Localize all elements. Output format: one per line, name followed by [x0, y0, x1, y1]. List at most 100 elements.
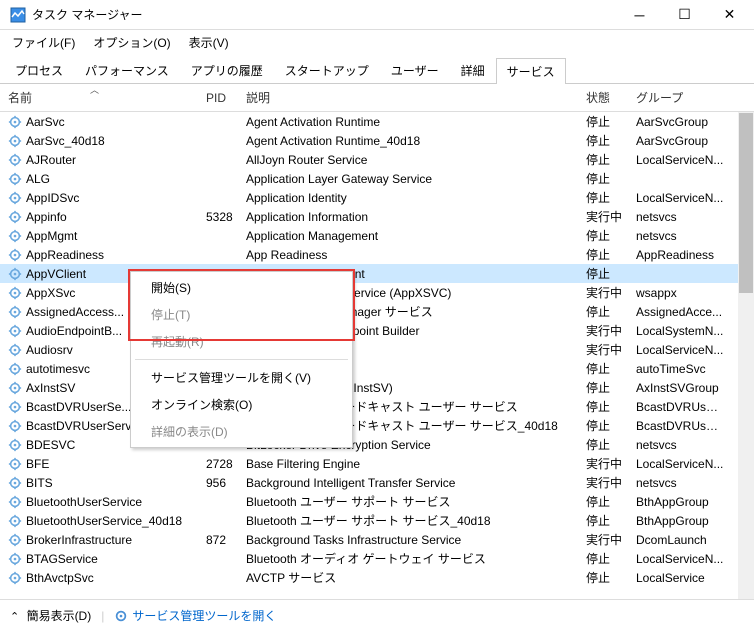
- column-name[interactable]: 名前: [0, 85, 200, 110]
- table-row[interactable]: AarSvcAgent Activation Runtime停止AarSvcGr…: [0, 112, 754, 131]
- menu-options[interactable]: オプション(O): [87, 32, 176, 53]
- scroll-thumb[interactable]: [739, 113, 753, 293]
- compact-view-label: 簡易表示(D): [27, 609, 92, 623]
- service-name: BthAvctpSvc: [26, 571, 94, 585]
- table-row[interactable]: BDESVCBitLocker Drive Encryption Service…: [0, 435, 754, 454]
- column-status[interactable]: 状態: [580, 85, 630, 110]
- context-restart: 再起動(R): [133, 328, 350, 355]
- service-name: Audiosrv: [26, 343, 73, 357]
- service-name: BluetoothUserService_40d18: [26, 514, 182, 528]
- maximize-button[interactable]: ☐: [662, 1, 707, 29]
- service-name: AarSvc_40d18: [26, 134, 105, 148]
- minimize-button[interactable]: ─: [617, 1, 662, 29]
- footer-separator: |: [101, 609, 104, 623]
- table-row[interactable]: BthAvctpSvcAVCTP サービス停止LocalService: [0, 568, 754, 587]
- service-pid: [200, 232, 240, 240]
- service-name: BcastDVRUserSe...: [26, 400, 131, 414]
- service-name: AppMgmt: [26, 229, 77, 243]
- table-row[interactable]: Appinfo5328Application Information実行中net…: [0, 207, 754, 226]
- service-pid: [200, 498, 240, 506]
- table-row[interactable]: ALGApplication Layer Gateway Service停止: [0, 169, 754, 188]
- service-description: AVCTP サービス: [240, 565, 580, 590]
- service-name: Appinfo: [26, 210, 67, 224]
- service-name: ALG: [26, 172, 50, 186]
- table-row[interactable]: AppMgmtApplication Management停止netsvcs: [0, 226, 754, 245]
- service-pid: 5328: [200, 206, 240, 228]
- tabbar: プロセス パフォーマンス アプリの履歴 スタートアップ ユーザー 詳細 サービス: [0, 57, 754, 84]
- service-group: LocalService: [630, 567, 730, 589]
- menu-file[interactable]: ファイル(F): [6, 32, 81, 53]
- table-row[interactable]: BcastDVRUserService_40d18GameDVR とブロードキャ…: [0, 416, 754, 435]
- table-row[interactable]: AarSvc_40d18Agent Activation Runtime_40d…: [0, 131, 754, 150]
- compact-view-toggle[interactable]: ⌃ 簡易表示(D): [10, 607, 91, 624]
- tab-processes[interactable]: プロセス: [4, 57, 74, 83]
- table-row[interactable]: AudioEndpointB...Windows Audio Endpoint …: [0, 321, 754, 340]
- service-name: AxInstSV: [26, 381, 75, 395]
- context-menu: 開始(S) 停止(T) 再起動(R) サービス管理ツールを開く(V) オンライン…: [130, 271, 353, 448]
- app-icon: [10, 7, 26, 23]
- service-name: BluetoothUserService: [26, 495, 142, 509]
- tab-history[interactable]: アプリの履歴: [180, 57, 274, 83]
- service-group: [630, 175, 730, 183]
- column-group[interactable]: グループ: [630, 85, 730, 110]
- sort-indicator-icon: ︿: [90, 84, 99, 96]
- service-name: BTAGService: [26, 552, 98, 566]
- table-row[interactable]: BluetoothUserService_40d18Bluetooth ユーザー…: [0, 511, 754, 530]
- service-pid: [200, 574, 240, 582]
- service-name: autotimesvc: [26, 362, 90, 376]
- table-row[interactable]: BFE2728Base Filtering Engine実行中LocalServ…: [0, 454, 754, 473]
- service-name: AppXSvc: [26, 286, 75, 300]
- column-description[interactable]: 説明: [240, 85, 580, 110]
- chevron-down-icon: ⌃: [10, 611, 19, 623]
- tab-startup[interactable]: スタートアップ: [274, 57, 380, 83]
- service-pid: [200, 194, 240, 202]
- service-pid: [200, 156, 240, 164]
- service-pid: [200, 251, 240, 259]
- service-pid: [200, 517, 240, 525]
- tab-users[interactable]: ユーザー: [380, 57, 450, 83]
- table-row[interactable]: AssignedAccess...AssignedAccessManager サ…: [0, 302, 754, 321]
- service-group: LocalServiceN...: [630, 149, 730, 171]
- table-row[interactable]: autotimesvcCellular Time停止autoTimeSvc: [0, 359, 754, 378]
- service-name: AJRouter: [26, 153, 76, 167]
- service-pid: 956: [200, 472, 240, 494]
- tab-details[interactable]: 詳細: [450, 57, 496, 83]
- service-name: BrokerInfrastructure: [26, 533, 132, 547]
- gear-icon: [114, 609, 128, 623]
- menu-view[interactable]: 表示(V): [183, 32, 235, 53]
- service-pid: [200, 118, 240, 126]
- service-name: BFE: [26, 457, 49, 471]
- service-table: ︿ 名前 PID 説明 状態 グループ AarSvcAgent Activati…: [0, 84, 754, 604]
- vertical-scrollbar[interactable]: [738, 112, 754, 602]
- open-services-link[interactable]: サービス管理ツールを開く: [114, 607, 276, 624]
- table-row[interactable]: AJRouterAllJoyn Router Service停止LocalSer…: [0, 150, 754, 169]
- footer: ⌃ 簡易表示(D) | サービス管理ツールを開く: [0, 599, 754, 631]
- table-row[interactable]: AppIDSvcApplication Identity停止LocalServi…: [0, 188, 754, 207]
- service-name: AssignedAccess...: [26, 305, 124, 319]
- tab-services[interactable]: サービス: [496, 58, 566, 84]
- service-group: AppReadiness: [630, 244, 730, 266]
- context-separator: [135, 359, 348, 360]
- service-name: BITS: [26, 476, 53, 490]
- service-name: BDESVC: [26, 438, 75, 452]
- service-group: [630, 270, 730, 278]
- table-row[interactable]: AppVClientMicrosoft App-V Client停止: [0, 264, 754, 283]
- column-pid[interactable]: PID: [200, 87, 240, 109]
- service-name: AppReadiness: [26, 248, 104, 262]
- context-open-services[interactable]: サービス管理ツールを開く(V): [133, 364, 350, 391]
- context-search-online[interactable]: オンライン検索(O): [133, 391, 350, 418]
- context-stop: 停止(T): [133, 301, 350, 328]
- service-pid: [200, 555, 240, 563]
- service-name: AarSvc: [26, 115, 65, 129]
- context-start[interactable]: 開始(S): [133, 274, 350, 301]
- service-name: AppVClient: [26, 267, 86, 281]
- table-row[interactable]: AudiosrvWindows Audio実行中LocalServiceN...: [0, 340, 754, 359]
- context-details: 詳細の表示(D): [133, 418, 350, 445]
- close-button[interactable]: ✕: [707, 1, 752, 29]
- tab-performance[interactable]: パフォーマンス: [74, 57, 180, 83]
- menubar: ファイル(F) オプション(O) 表示(V): [0, 30, 754, 55]
- service-pid: [200, 175, 240, 183]
- open-services-label: サービス管理ツールを開く: [132, 607, 276, 624]
- table-row[interactable]: AppReadinessApp Readiness停止AppReadiness: [0, 245, 754, 264]
- service-pid: [200, 137, 240, 145]
